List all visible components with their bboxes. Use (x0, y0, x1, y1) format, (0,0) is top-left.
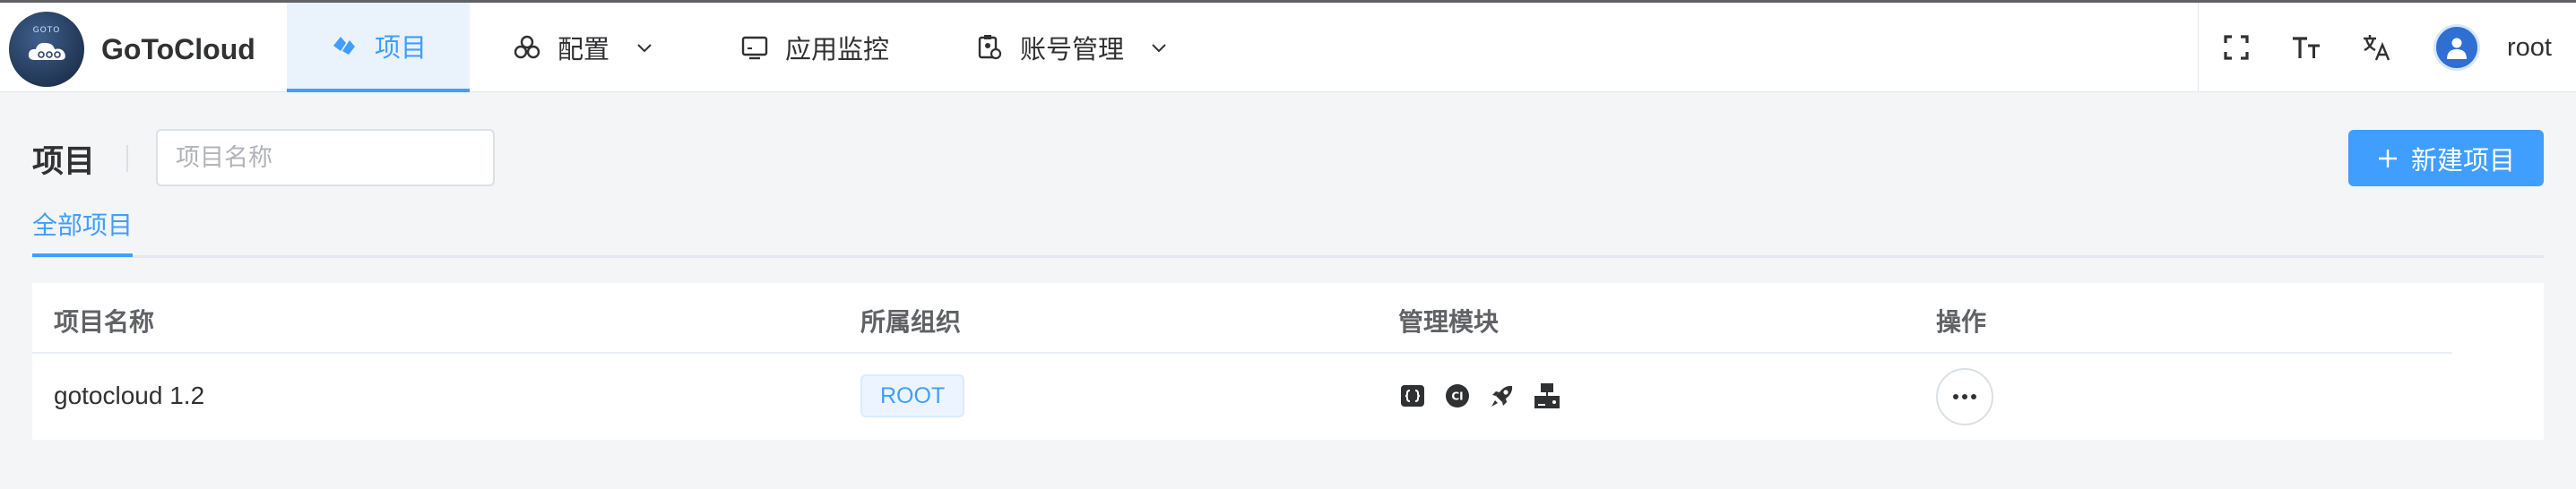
header-tools: root (2198, 3, 2576, 92)
column-header-modules[interactable]: 管理模块 (1398, 303, 1499, 339)
project-name[interactable]: gotocloud 1.2 (54, 382, 204, 410)
font-size-icon[interactable] (2288, 30, 2324, 65)
project-search (156, 129, 495, 186)
code-icon[interactable] (1398, 382, 1427, 410)
chevron-down-icon (635, 38, 654, 57)
cloud-icon (28, 42, 65, 60)
config-icon (513, 33, 541, 62)
column-header-actions[interactable]: 操作 (1936, 303, 1986, 339)
more-dots-icon (1953, 394, 1976, 399)
project-tabs: 全部项目 (32, 199, 2544, 258)
brand[interactable]: GOTO GoToCloud (9, 12, 255, 87)
account-icon (975, 33, 1004, 62)
page-title: 项目 (32, 144, 96, 180)
app-logo: GOTO (9, 12, 84, 87)
new-project-button[interactable]: 新建项目 (2348, 130, 2544, 186)
main-nav: 项目 配置 应用监控 账号管理 (287, 3, 1212, 92)
top-navbar: GOTO GoToCloud 项目 配置 应用监控 账号管理 root (0, 0, 2576, 92)
search-input[interactable] (176, 143, 482, 172)
svg-text:CI: CI (1451, 390, 1463, 403)
nav-label: 项目 (375, 32, 428, 63)
project-icon (330, 31, 359, 60)
app-name: GoToCloud (101, 32, 255, 65)
nav-label: 账号管理 (1020, 34, 1125, 64)
table-header: 项目名称 所属组织 管理模块 操作 (32, 283, 2452, 354)
plus-icon (2378, 149, 2397, 167)
more-actions-button[interactable] (1936, 368, 1993, 425)
chevron-down-icon (1149, 38, 1169, 57)
monitor-icon (740, 33, 769, 62)
active-tab-indicator (32, 253, 133, 257)
user-name[interactable]: root (2507, 33, 2552, 63)
module-icons: CI (1398, 382, 1578, 410)
tab-all-projects[interactable]: 全部项目 (32, 206, 133, 256)
nav-item-monitor[interactable]: 应用监控 (697, 3, 932, 92)
fullscreen-icon[interactable] (2218, 30, 2254, 65)
translate-icon[interactable] (2358, 30, 2394, 65)
column-header-name[interactable]: 项目名称 (54, 303, 154, 339)
server-icon[interactable] (1533, 382, 1561, 410)
new-project-label: 新建项目 (2410, 144, 2515, 176)
column-header-org[interactable]: 所属组织 (860, 303, 961, 339)
org-tag: ROOT (860, 374, 965, 417)
title-divider (126, 145, 128, 172)
nav-item-config[interactable]: 配置 (470, 3, 697, 92)
table-row[interactable]: gotocloud 1.2 ROOT CI (32, 355, 2544, 440)
nav-label: 配置 (558, 34, 610, 64)
nav-item-accounts[interactable]: 账号管理 (932, 3, 1212, 92)
nav-item-projects[interactable]: 项目 (287, 3, 471, 92)
deploy-rocket-icon[interactable] (1488, 382, 1517, 410)
nav-label: 应用监控 (785, 34, 890, 64)
ci-icon[interactable]: CI (1443, 382, 1472, 410)
logo-caption: GOTO (32, 26, 61, 35)
projects-table: 项目名称 所属组织 管理模块 操作 gotocloud 1.2 ROOT CI (32, 283, 2544, 440)
avatar[interactable] (2433, 24, 2480, 71)
user-icon (2447, 38, 2467, 59)
